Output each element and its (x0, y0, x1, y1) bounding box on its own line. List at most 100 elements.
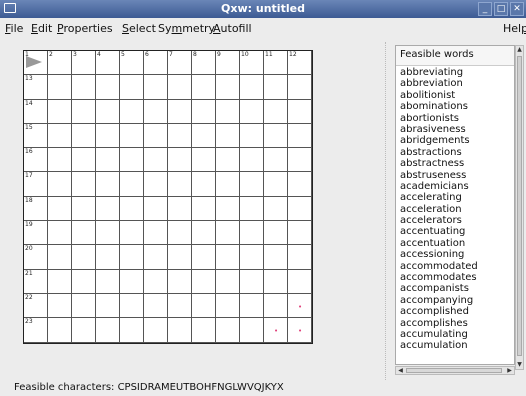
grid-cell[interactable]: 1 (24, 51, 48, 76)
feasible-word-item[interactable]: accompanying (400, 295, 510, 306)
feasible-word-item[interactable]: abominations (400, 101, 510, 112)
grid-cell[interactable] (72, 75, 96, 100)
grid-cell[interactable]: 14 (24, 99, 48, 124)
grid-cell[interactable] (168, 123, 192, 149)
grid-cell[interactable] (96, 148, 120, 173)
grid-cell[interactable] (48, 221, 72, 246)
grid-cell[interactable] (168, 318, 192, 343)
grid-cell[interactable] (192, 75, 216, 100)
grid-cell[interactable] (96, 75, 120, 100)
grid-cell[interactable] (264, 123, 288, 149)
grid-cell[interactable] (264, 172, 288, 197)
scroll-down-icon[interactable]: ▼ (516, 361, 523, 369)
grid-cell[interactable] (144, 172, 168, 197)
grid-cell[interactable] (96, 99, 120, 124)
grid-cell[interactable] (264, 293, 288, 319)
grid-cell[interactable] (216, 172, 240, 197)
grid-cell[interactable]: 23 (24, 318, 48, 343)
grid-cell[interactable] (264, 196, 288, 222)
grid-cell[interactable] (288, 196, 312, 222)
grid-cell[interactable] (120, 172, 144, 197)
grid-cell[interactable] (168, 196, 192, 222)
grid-cell[interactable] (264, 75, 288, 100)
grid-cell[interactable] (120, 221, 144, 246)
grid-cell[interactable]: 5 (120, 51, 144, 76)
grid-cell[interactable] (264, 221, 288, 246)
feasible-word-item[interactable]: accelerators (400, 215, 510, 226)
grid-cell[interactable] (288, 269, 312, 294)
grid-cell[interactable] (168, 75, 192, 100)
grid-cell[interactable] (168, 221, 192, 246)
grid-cell[interactable] (240, 221, 264, 246)
grid-cell[interactable] (288, 148, 312, 173)
grid-cell[interactable] (192, 318, 216, 343)
grid-cell[interactable] (216, 293, 240, 319)
grid-cell[interactable] (48, 318, 72, 343)
grid-cell[interactable] (48, 293, 72, 319)
feasible-word-item[interactable]: accommodated (400, 261, 510, 272)
grid-cell[interactable] (144, 123, 168, 149)
grid-cell[interactable] (72, 148, 96, 173)
grid-cell[interactable] (72, 99, 96, 124)
grid-cell[interactable] (48, 172, 72, 197)
grid-cell[interactable] (144, 221, 168, 246)
feasible-word-item[interactable]: accumulation (400, 340, 510, 351)
feasible-word-item[interactable]: accumulating (400, 329, 510, 340)
grid-cell[interactable] (240, 99, 264, 124)
minimize-icon[interactable]: _ (478, 2, 492, 16)
feasible-word-item[interactable]: academicians (400, 181, 510, 192)
feasible-word-item[interactable]: abrasiveness (400, 124, 510, 135)
grid-cell[interactable] (192, 293, 216, 319)
maximize-icon[interactable]: □ (494, 2, 508, 16)
grid-cell[interactable] (120, 293, 144, 319)
grid-cell[interactable] (192, 221, 216, 246)
grid-cell[interactable] (264, 99, 288, 124)
crossword-grid[interactable]: 1 2 3 4 5 6 7 8 9 10 11 12 13 14 15 16 17 18 19 20 21 22 • 23 • • (23, 50, 313, 344)
grid-cell[interactable]: 15 (24, 123, 48, 149)
grid-cell[interactable] (168, 148, 192, 173)
grid-cell[interactable] (168, 245, 192, 270)
grid-cell[interactable] (120, 269, 144, 294)
grid-cell[interactable] (192, 196, 216, 222)
grid-cell[interactable] (144, 75, 168, 100)
grid-cell[interactable] (192, 123, 216, 149)
grid-cell[interactable] (240, 245, 264, 270)
grid-cell[interactable] (96, 269, 120, 294)
grid-cell[interactable] (216, 269, 240, 294)
grid-cell[interactable] (96, 318, 120, 343)
grid-cell[interactable] (72, 196, 96, 222)
menu-help[interactable]: Help (503, 22, 526, 35)
feasible-word-item[interactable]: accessioning (400, 249, 510, 260)
grid-cell[interactable] (240, 269, 264, 294)
grid-cell[interactable] (72, 318, 96, 343)
grid-cell[interactable] (144, 196, 168, 222)
grid-cell[interactable] (192, 245, 216, 270)
feasible-word-item[interactable]: accommodates (400, 272, 510, 283)
grid-cell[interactable]: 22 (24, 293, 48, 319)
feasible-word-item[interactable]: abstruseness (400, 170, 510, 181)
grid-cell[interactable]: 21 (24, 269, 48, 294)
grid-cell[interactable] (96, 196, 120, 222)
grid-cell[interactable] (264, 148, 288, 173)
menu-autofill[interactable]: Autofill (213, 22, 252, 35)
feasible-word-item[interactable]: accentuation (400, 238, 510, 249)
grid-cell[interactable]: 13 (24, 75, 48, 100)
grid-cell[interactable] (120, 123, 144, 149)
grid-cell[interactable] (216, 75, 240, 100)
grid-cell[interactable] (240, 172, 264, 197)
feasible-word-item[interactable]: abridgements (400, 135, 510, 146)
feasible-word-item[interactable]: abstractions (400, 147, 510, 158)
grid-cell[interactable] (72, 123, 96, 149)
grid-cell[interactable] (192, 269, 216, 294)
grid-cell[interactable]: 8 (192, 51, 216, 76)
menu-select[interactable]: Select (122, 22, 156, 35)
grid-cell[interactable]: 4 (96, 51, 120, 76)
vertical-scrollbar[interactable]: ▲ ▼ (515, 45, 524, 370)
grid-cell[interactable] (48, 245, 72, 270)
grid-cell[interactable]: 16 (24, 148, 48, 173)
grid-cell[interactable] (48, 269, 72, 294)
grid-cell[interactable] (144, 148, 168, 173)
grid-cell[interactable]: 7 (168, 51, 192, 76)
grid-cell[interactable] (144, 293, 168, 319)
grid-cell[interactable]: 3 (72, 51, 96, 76)
